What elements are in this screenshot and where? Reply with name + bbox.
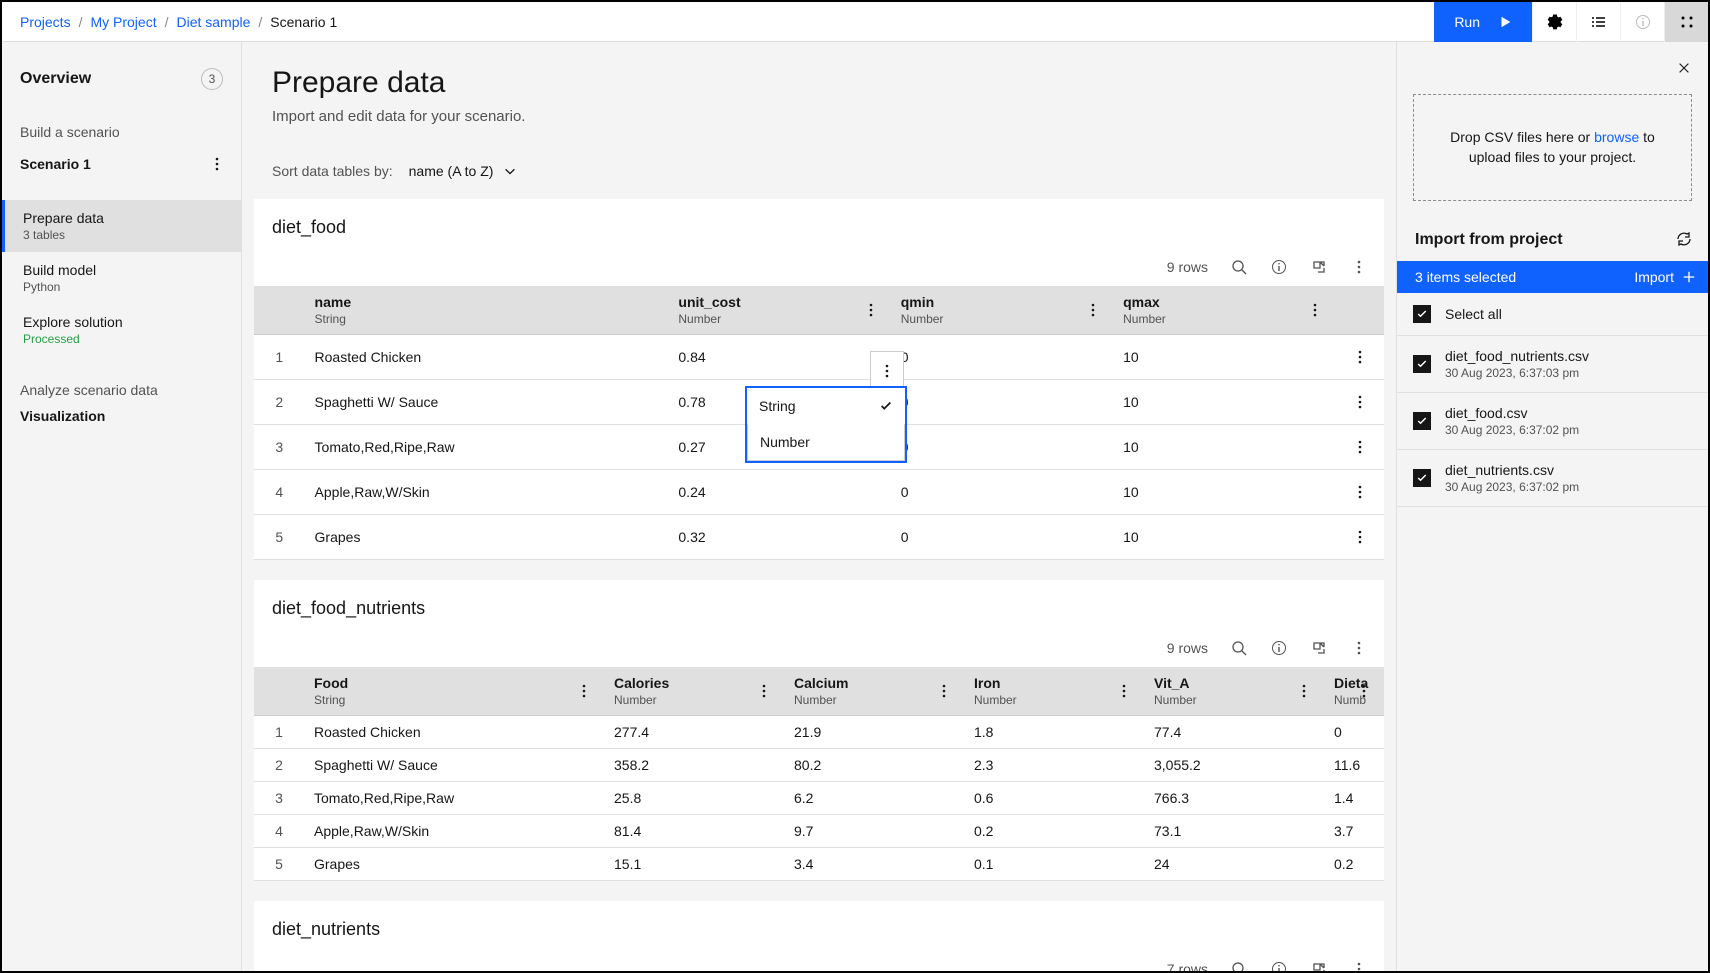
- export-icon[interactable]: [1310, 639, 1328, 657]
- breadcrumb-scenario: Scenario 1: [270, 14, 337, 30]
- settings-icon[interactable]: [1532, 2, 1576, 42]
- import-from-project-title: Import from project: [1415, 231, 1563, 249]
- search-icon[interactable]: [1230, 639, 1248, 657]
- file-row[interactable]: diet_food.csv30 Aug 2023, 6:37:02 pm: [1397, 393, 1708, 450]
- build-scenario-label: Build a scenario: [2, 106, 241, 146]
- column-menu-icon[interactable]: [930, 677, 958, 705]
- row-menu-icon[interactable]: [1346, 433, 1374, 461]
- table-menu-icon[interactable]: [1350, 258, 1368, 276]
- overview-count-badge: 3: [201, 68, 223, 90]
- file-checkbox[interactable]: [1413, 412, 1431, 430]
- row-menu-icon[interactable]: [1346, 388, 1374, 416]
- sidebar-item-build-model[interactable]: Build modelPython: [2, 252, 241, 304]
- list-icon[interactable]: [1576, 2, 1620, 42]
- info-icon[interactable]: [1270, 258, 1288, 276]
- row-count: 9 rows: [1167, 640, 1208, 656]
- sort-select[interactable]: name (A to Z): [409, 163, 518, 179]
- column-menu-icon[interactable]: [1301, 296, 1329, 324]
- sidebar-left: Overview 3 Build a scenario Scenario 1 P…: [2, 42, 242, 971]
- table-row: 5Grapes0.32010: [254, 515, 1384, 560]
- scenario-name: Scenario 1: [20, 156, 91, 172]
- sidebar-item-visualization[interactable]: Visualization: [2, 404, 241, 434]
- select-all-row[interactable]: Select all: [1397, 293, 1708, 336]
- column-menu-icon[interactable]: [1290, 677, 1318, 705]
- sort-label: Sort data tables by:: [272, 163, 393, 179]
- column-menu-icon[interactable]: [1350, 677, 1378, 705]
- column-menu-icon[interactable]: [1110, 677, 1138, 705]
- row-menu-icon[interactable]: [1346, 343, 1374, 371]
- items-selected-label: 3 items selected: [1415, 269, 1516, 285]
- breadcrumb-projects[interactable]: Projects: [20, 14, 71, 30]
- close-icon[interactable]: [1668, 52, 1700, 84]
- refresh-icon[interactable]: [1676, 231, 1694, 249]
- page-title: Prepare data: [272, 66, 1366, 100]
- type-option-number[interactable]: Number: [747, 424, 905, 461]
- sidebar-item-explore-solution[interactable]: Explore solutionProcessed: [2, 304, 241, 356]
- column-menu-icon[interactable]: [1079, 296, 1107, 324]
- row-count: 7 rows: [1167, 961, 1208, 971]
- table-row: 4Apple,Raw,W/Skin0.24010: [254, 470, 1384, 515]
- table-row: 4Apple,Raw,W/Skin81.49.70.273.13.7: [254, 815, 1384, 848]
- breadcrumb-diet-sample[interactable]: Diet sample: [176, 14, 250, 30]
- page-description: Import and edit data for your scenario.: [272, 108, 1366, 125]
- export-icon[interactable]: [1310, 258, 1328, 276]
- import-panel: Drop CSV files here or browse to upload …: [1396, 42, 1708, 971]
- table-row: 1Roasted Chicken277.421.91.877.40: [254, 716, 1384, 749]
- table-row: 1Roasted Chicken0.84010: [254, 335, 1384, 380]
- export-icon[interactable]: [1310, 960, 1328, 971]
- column-menu-icon[interactable]: [570, 677, 598, 705]
- row-menu-icon[interactable]: [1346, 478, 1374, 506]
- column-menu-icon[interactable]: [857, 296, 885, 324]
- table-row: 3Tomato,Red,Ripe,Raw25.86.20.6766.31.4: [254, 782, 1384, 815]
- file-row[interactable]: diet_food_nutrients.csv30 Aug 2023, 6:37…: [1397, 336, 1708, 393]
- browse-link[interactable]: browse: [1594, 129, 1639, 145]
- type-option-string[interactable]: String: [747, 388, 905, 424]
- sidebar-item-prepare-data[interactable]: Prepare data3 tables: [2, 200, 241, 252]
- breadcrumb-my-project[interactable]: My Project: [90, 14, 156, 30]
- info-icon[interactable]: [1620, 2, 1664, 42]
- name-column-kebab[interactable]: [870, 351, 904, 391]
- run-button[interactable]: Run: [1434, 2, 1532, 42]
- row-count: 9 rows: [1167, 259, 1208, 275]
- import-button[interactable]: Import: [1634, 269, 1696, 285]
- file-checkbox[interactable]: [1413, 469, 1431, 487]
- file-checkbox[interactable]: [1413, 355, 1431, 373]
- table-title: diet_food_nutrients: [254, 580, 1384, 633]
- search-icon[interactable]: [1230, 960, 1248, 971]
- breadcrumb: Projects/ My Project/ Diet sample/ Scena…: [20, 14, 337, 30]
- grid-icon[interactable]: [1664, 2, 1708, 42]
- table-title: diet_nutrients: [254, 901, 1384, 954]
- overview-title: Overview: [20, 70, 91, 88]
- analyze-label: Analyze scenario data: [2, 356, 241, 404]
- row-menu-icon[interactable]: [1346, 523, 1374, 551]
- table-row: 5Grapes15.13.40.1240.2: [254, 848, 1384, 881]
- table-menu-icon[interactable]: [1350, 960, 1368, 971]
- file-row[interactable]: diet_nutrients.csv30 Aug 2023, 6:37:02 p…: [1397, 450, 1708, 507]
- table-menu-icon[interactable]: [1350, 639, 1368, 657]
- dropzone[interactable]: Drop CSV files here or browse to upload …: [1413, 94, 1692, 201]
- info-icon[interactable]: [1270, 960, 1288, 971]
- table-title: diet_food: [254, 199, 1384, 252]
- search-icon[interactable]: [1230, 258, 1248, 276]
- select-all-checkbox[interactable]: [1413, 305, 1431, 323]
- column-type-dropdown[interactable]: String Number: [745, 386, 907, 463]
- scenario-menu-icon[interactable]: [203, 150, 231, 178]
- column-menu-icon[interactable]: [750, 677, 778, 705]
- info-icon[interactable]: [1270, 639, 1288, 657]
- table-row: 2Spaghetti W/ Sauce358.280.22.33,055.211…: [254, 749, 1384, 782]
